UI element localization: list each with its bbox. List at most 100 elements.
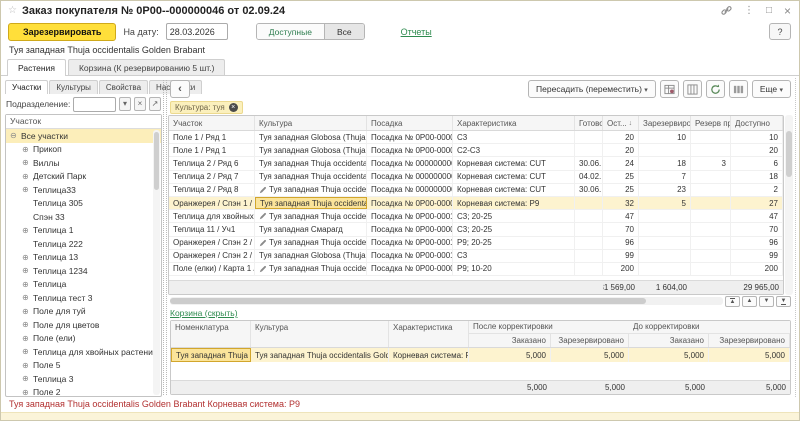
tree-expander-icon[interactable]: ⊕ <box>22 307 33 316</box>
department-input[interactable] <box>73 97 116 112</box>
toggle-available[interactable]: Доступные <box>257 24 325 39</box>
table-row[interactable]: Теплица 2 / Ряд 8 Туя западная Thuja occ… <box>169 184 783 197</box>
table-row[interactable]: Оранжерея / Спэн 2 / Ряд 7 Туя западная … <box>169 237 783 250</box>
column-header[interactable]: Резерв пр... <box>691 116 731 130</box>
clear-icon[interactable]: × <box>134 97 146 111</box>
column-header[interactable]: Зарезервировано <box>709 334 790 347</box>
table-row[interactable]: Поле (елки) / Карта 1 / Ря... Туя западн… <box>169 263 783 276</box>
tab-plots[interactable]: Участки <box>5 80 48 94</box>
tree-expander-icon[interactable]: ⊕ <box>22 172 33 181</box>
go-first-icon[interactable]: ▲ <box>725 296 740 307</box>
table-row[interactable]: Оранжерея / Спэн 2 / Ряд 7 Туя западная … <box>169 250 783 263</box>
close-icon[interactable]: × <box>784 6 791 16</box>
table-view-icon[interactable] <box>729 80 748 98</box>
remove-filter-icon[interactable]: × <box>229 103 238 112</box>
column-header[interactable]: Характеристика <box>453 116 575 130</box>
table-edit-icon[interactable] <box>660 80 679 98</box>
table-row[interactable]: Теплица 2 / Ряд 6 Туя западная Thuja occ… <box>169 157 783 170</box>
go-last-icon[interactable]: ▼ <box>776 296 791 307</box>
open-icon[interactable]: ↗ <box>149 97 161 111</box>
tab-basket[interactable]: Корзина (К резервированию 5 шт.) <box>68 59 226 75</box>
tree-expander-icon[interactable]: ⊕ <box>22 334 33 343</box>
column-header[interactable]: Культура <box>255 116 367 130</box>
tree-expander-icon[interactable]: ⊕ <box>22 280 33 289</box>
tree-item[interactable]: ⊕ Теплица 3 <box>6 372 161 386</box>
tree-item[interactable]: ⊕ Теплица 1234 <box>6 264 161 278</box>
tree-expander-icon[interactable]: ⊕ <box>22 347 33 356</box>
tree-item[interactable]: ⊕ Поле для цветов <box>6 318 161 332</box>
tree-item[interactable]: ⊕ Поле 5 <box>6 359 161 373</box>
tree-expander-icon[interactable]: ⊕ <box>22 293 33 302</box>
tree-item[interactable]: ⊕ Теплица 13 <box>6 251 161 265</box>
tree-item[interactable]: ⊕ Теплица33 <box>6 183 161 197</box>
tree-item[interactable]: Спэн 33 <box>6 210 161 224</box>
tree-expander-icon[interactable]: ⊕ <box>22 266 33 275</box>
favorite-star-icon[interactable]: ☆ <box>8 5 17 16</box>
go-previous-icon[interactable]: ▲ <box>742 296 757 307</box>
transplant-button[interactable]: Пересадить (переместить) ▾ <box>528 80 656 98</box>
tree-item[interactable]: ⊕ Поле (ели) <box>6 332 161 346</box>
more-window-menu-icon[interactable]: ⋮ <box>744 6 754 16</box>
tab-cultures[interactable]: Культуры <box>49 80 98 94</box>
table-row[interactable]: Теплица для хвойных рас... Туя западная … <box>169 210 783 223</box>
toggle-all[interactable]: Все <box>325 24 364 39</box>
tree-item[interactable]: ⊕ Прикоп <box>6 143 161 157</box>
reserve-button[interactable]: Зарезервировать <box>8 23 116 41</box>
grid-vertical-scrollbar[interactable] <box>785 115 793 295</box>
column-header[interactable]: Участок <box>169 116 255 130</box>
tree-expander-icon[interactable]: ⊕ <box>22 185 33 194</box>
tree-item[interactable]: ⊕ Теплица <box>6 278 161 292</box>
tree-column-header[interactable]: Участок <box>6 115 161 129</box>
column-header[interactable]: Доступно <box>731 116 783 130</box>
tree-expander-icon[interactable]: ⊕ <box>22 320 33 329</box>
maximize-icon[interactable]: □ <box>766 6 772 16</box>
panel-splitter[interactable] <box>163 80 167 395</box>
tree-expander-icon[interactable]: ⊕ <box>22 226 33 235</box>
table-row[interactable]: Теплица 11 / Уч1 Туя западная Смарагд По… <box>169 223 783 236</box>
tab-properties[interactable]: Свойства <box>99 80 148 94</box>
tree-item[interactable]: ⊕ Виллы <box>6 156 161 170</box>
tree-item[interactable]: Теплица 305 <box>6 197 161 211</box>
column-header[interactable]: Посадка <box>367 116 453 130</box>
tree-expander-icon[interactable]: ⊕ <box>22 361 33 370</box>
column-header[interactable]: Ост...↓ <box>603 116 639 130</box>
reports-link[interactable]: Отчеты <box>401 27 432 37</box>
back-button[interactable]: ‹ <box>170 80 190 98</box>
table-row[interactable]: Туя западная Thuja occidentalis ... Туя … <box>171 348 790 362</box>
get-link-icon[interactable] <box>721 5 732 16</box>
table-row[interactable]: Оранжерея / Спэн 1 / Ряд 1 Туя западная … <box>169 197 783 210</box>
tree-item[interactable]: ⊖ Все участки <box>6 129 161 143</box>
refresh-icon[interactable] <box>706 80 725 98</box>
tree-item[interactable]: ⊕ Теплица 1 <box>6 224 161 238</box>
basket-hide-link[interactable]: Корзина (скрыть) <box>170 308 238 318</box>
go-next-icon[interactable]: ▼ <box>759 296 774 307</box>
date-input[interactable] <box>166 23 228 40</box>
column-header[interactable]: Зарезервиро... <box>639 116 691 130</box>
tree-item[interactable]: ⊕ Теплица для хвойных растений <box>6 345 161 359</box>
chevron-down-icon[interactable]: ▾ <box>119 97 131 111</box>
column-header[interactable]: Культура <box>251 321 389 347</box>
table-columns-icon[interactable] <box>683 80 702 98</box>
column-header[interactable]: Зарезервировано <box>551 334 629 347</box>
tree-expander-icon[interactable]: ⊕ <box>22 388 33 396</box>
tree-item[interactable]: ⊕ Теплица тест 3 <box>6 291 161 305</box>
tree-item[interactable]: Теплица 222 <box>6 237 161 251</box>
tree-expander-icon[interactable]: ⊕ <box>22 253 33 262</box>
table-row[interactable]: Поле 1 / Ряд 1 Туя западная Globosa (Thu… <box>169 131 783 144</box>
more-button[interactable]: Еще ▾ <box>752 80 791 98</box>
tree-expander-icon[interactable]: ⊕ <box>22 374 33 383</box>
grid-horizontal-scrollbar[interactable] <box>170 297 723 305</box>
tree-expander-icon[interactable]: ⊕ <box>22 145 33 154</box>
tree-scrollbar[interactable] <box>153 130 160 395</box>
tree-expander-icon[interactable]: ⊕ <box>22 158 33 167</box>
column-header[interactable]: Заказано <box>469 334 551 347</box>
tab-plants[interactable]: Растения <box>7 59 66 76</box>
column-header[interactable]: Готово <box>575 116 603 130</box>
table-row[interactable]: Поле 1 / Ряд 1 Туя западная Globosa (Thu… <box>169 144 783 157</box>
tree-item[interactable]: ⊕ Поле для туй <box>6 305 161 319</box>
column-header[interactable]: Характеристика <box>389 321 469 347</box>
help-button[interactable]: ? <box>769 23 791 40</box>
column-header[interactable]: Номенклатура <box>171 321 251 347</box>
tree-item[interactable]: ⊕ Детский Парк <box>6 170 161 184</box>
tree-item[interactable]: ⊕ Поле 2 <box>6 386 161 397</box>
